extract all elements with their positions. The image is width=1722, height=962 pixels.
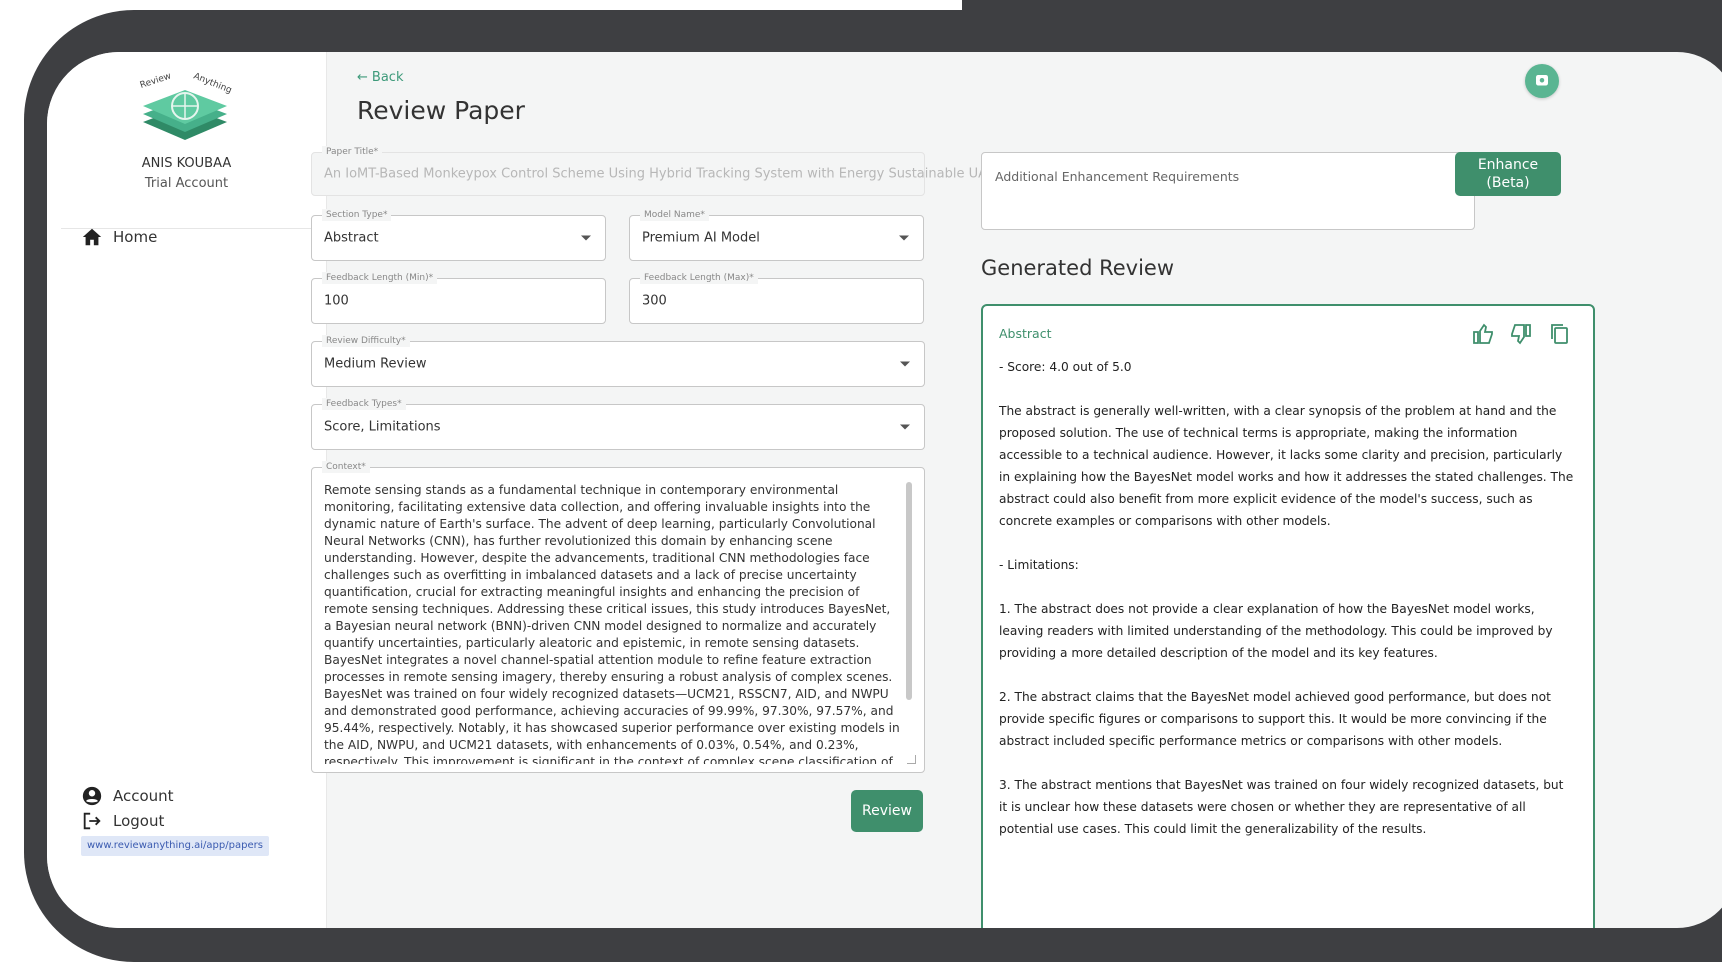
copy-icon[interactable]: [1547, 322, 1571, 346]
scrollbar-thumb[interactable]: [906, 482, 912, 700]
back-label: Back: [371, 70, 404, 85]
paper-title-field[interactable]: Paper Title* An IoMT-Based Monkeypox Con…: [311, 146, 995, 196]
frame-top-dark: [962, 0, 1722, 10]
enhancement-placeholder: Additional Enhancement Requirements: [995, 169, 1240, 184]
review-content: - Score: 4.0 out of 5.0 The abstract is …: [999, 356, 1575, 862]
review-actions: [1471, 322, 1571, 346]
context-text: Remote sensing stands as a fundamental t…: [324, 483, 900, 764]
limitation-item: 2. The abstract claims that the BayesNet…: [999, 690, 1551, 748]
field-label: Section Type*: [322, 209, 392, 221]
review-button[interactable]: Review: [851, 790, 923, 832]
review-difficulty-value: Medium Review: [324, 356, 427, 372]
sidebar-item-home[interactable]: Home: [81, 226, 157, 248]
feedback-max-input[interactable]: Feedback Length (Max)* 300: [629, 272, 924, 324]
scrollbar[interactable]: [906, 482, 912, 752]
field-label: Paper Title*: [322, 146, 383, 158]
model-name-value: Premium AI Model: [642, 230, 760, 246]
frame-top-white: [0, 0, 962, 10]
review-difficulty-select[interactable]: Review Difficulty* Medium Review: [311, 335, 925, 387]
field-label: Model Name*: [640, 209, 709, 221]
resize-grip-icon[interactable]: [907, 755, 916, 764]
field-label: Review Difficulty*: [322, 335, 410, 347]
chat-icon: [1536, 75, 1548, 86]
field-label: Feedback Types*: [322, 398, 406, 410]
review-section-label: Abstract: [999, 326, 1052, 341]
sidebar-item-account[interactable]: Account: [81, 785, 174, 807]
sidebar-item-logout[interactable]: Logout: [81, 810, 164, 832]
user-name: ANIS KOUBAA: [141, 156, 232, 171]
review-anything-logo: Review Anything: [135, 66, 235, 146]
chevron-down-icon: [581, 235, 591, 241]
enhance-beta-button[interactable]: Enhance (Beta): [1455, 152, 1561, 196]
model-name-select[interactable]: Model Name* Premium AI Model: [629, 209, 924, 261]
chat-fab-button[interactable]: [1525, 64, 1559, 98]
arrow-left-icon: ←: [357, 70, 368, 85]
status-bar-url: www.reviewanything.ai/app/papers: [81, 836, 269, 856]
limitation-item: 1. The abstract does not provide a clear…: [999, 602, 1553, 660]
sidebar: Review Anything ANIS KOUBAA Trial Accoun…: [47, 52, 327, 928]
beta-label: (Beta): [1486, 175, 1530, 191]
enhance-label: Enhance: [1477, 157, 1539, 173]
sidebar-item-label: Account: [113, 787, 174, 805]
generated-review-card: Abstract - Score: 4.0 out of 5.0 The abs…: [981, 304, 1595, 928]
field-label: Context*: [322, 461, 370, 473]
chevron-down-icon: [900, 424, 910, 430]
feedback-max-value: 300: [642, 293, 667, 309]
feedback-min-value: 100: [324, 293, 349, 309]
chevron-down-icon: [900, 361, 910, 367]
review-summary: The abstract is generally well-written, …: [999, 404, 1574, 528]
account-type: Trial Account: [144, 176, 229, 191]
chevron-down-icon: [899, 235, 909, 241]
svg-text:Anything: Anything: [192, 72, 233, 96]
section-type-select[interactable]: Section Type* Abstract: [311, 209, 606, 261]
account-circle-icon: [82, 786, 102, 806]
field-label: Feedback Length (Min)*: [322, 272, 438, 284]
thumbs-down-icon[interactable]: [1509, 322, 1533, 346]
app-screen: Review Anything ANIS KOUBAA Trial Accoun…: [47, 52, 1722, 928]
page-title: Review Paper: [357, 96, 525, 125]
home-icon: [82, 228, 102, 246]
enhancement-requirements-input[interactable]: Additional Enhancement Requirements: [981, 152, 1475, 230]
back-link[interactable]: ← Back: [357, 70, 403, 85]
sidebar-item-label: Logout: [113, 812, 165, 830]
logout-icon: [83, 812, 101, 830]
section-type-value: Abstract: [324, 230, 379, 246]
generated-review-title: Generated Review: [981, 256, 1175, 280]
context-textarea[interactable]: Context* Remote sensing stands as a fund…: [311, 461, 925, 773]
feedback-min-input[interactable]: Feedback Length (Min)* 100: [311, 272, 606, 324]
feedback-types-select[interactable]: Feedback Types* Score, Limitations: [311, 398, 925, 450]
sidebar-item-label: Home: [113, 228, 158, 246]
thumbs-up-icon[interactable]: [1471, 322, 1495, 346]
field-label: Feedback Length (Max)*: [640, 272, 758, 284]
svg-text:Review: Review: [139, 71, 173, 90]
feedback-types-value: Score, Limitations: [324, 419, 441, 435]
review-score: - Score: 4.0 out of 5.0: [999, 360, 1132, 374]
limitation-item: 3. The abstract mentions that BayesNet w…: [999, 778, 1564, 836]
limitations-heading: - Limitations:: [999, 558, 1079, 572]
paper-title-value: An IoMT-Based Monkeypox Control Scheme U…: [324, 166, 996, 182]
